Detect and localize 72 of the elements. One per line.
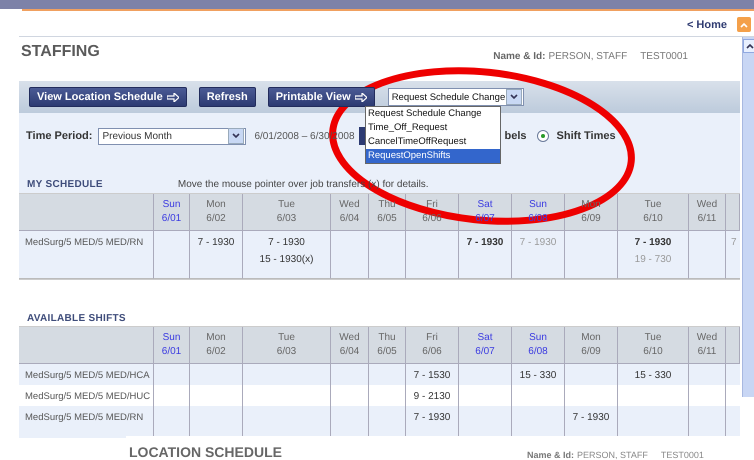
row-label: MedSurg/5 MED/5 MED/HCA xyxy=(19,364,154,385)
shift-time: 7 - 1930 xyxy=(466,237,504,248)
shift-time: 9 - 2130 xyxy=(414,391,450,402)
day-label: Fri xyxy=(426,198,438,212)
date-label: 6/03 xyxy=(276,345,296,359)
option-label: bels xyxy=(504,130,527,142)
staff-id: TEST0001 xyxy=(660,450,704,460)
day-label: Mon xyxy=(206,331,226,345)
shift-time: 7 - 1530 xyxy=(414,370,450,381)
day-label: Tue xyxy=(278,331,295,345)
day-label: Wed xyxy=(696,198,718,212)
day-label: Sun xyxy=(162,331,180,345)
date-label: 6/01 xyxy=(162,345,182,359)
day-label: Sun xyxy=(529,198,547,212)
day-label: Thu xyxy=(378,198,396,212)
page-title: STAFFING xyxy=(21,43,100,61)
date-label: 6/07 xyxy=(475,345,495,359)
date-label: 6/01 xyxy=(162,212,182,226)
shift-time: 15 - 330 xyxy=(634,370,672,381)
day-label: Thu xyxy=(378,331,396,345)
staff-name: PERSON, STAFF xyxy=(548,51,628,62)
date-label: 6/11 xyxy=(698,345,716,359)
date-label: 6/04 xyxy=(340,212,360,226)
shift-time: 7 - 1930 xyxy=(268,237,305,248)
day-label: Tue xyxy=(644,198,662,212)
day-label: Mon xyxy=(206,198,226,212)
date-label: 6/02 xyxy=(206,345,226,359)
day-label: Sun xyxy=(162,198,180,212)
shift-time: 15 - 1930(x) xyxy=(260,254,314,265)
date-label: 6/11 xyxy=(698,212,716,226)
section-title: LOCATION SCHEDULE xyxy=(129,444,282,460)
date-label: 6/06 xyxy=(422,345,442,359)
time-period-label: Time Period: xyxy=(26,130,92,142)
date-label: 6/03 xyxy=(276,212,296,226)
shift-time: 7 - 1930 xyxy=(414,412,450,423)
shift-time: 7 - 1930 xyxy=(520,237,556,248)
shift-time: 7 - 1930 xyxy=(198,237,234,248)
date-label: 6/06 xyxy=(422,212,442,226)
date-label: 6/09 xyxy=(581,212,601,226)
shift-time: 15 - 330 xyxy=(520,370,556,381)
date-label: 6/05 xyxy=(377,345,397,359)
day-label: Wed xyxy=(339,198,360,212)
date-label: 6/08 xyxy=(528,345,548,359)
date-label: 6/09 xyxy=(581,345,601,359)
day-label: Fri xyxy=(426,331,438,345)
shift-time: 7 - 1930 xyxy=(634,237,672,248)
day-label: Wed xyxy=(696,331,718,345)
radio-label: Shift Times xyxy=(556,130,616,142)
day-label: Tue xyxy=(644,331,662,345)
shift-time: 7 - 1930 xyxy=(572,412,610,423)
section-title: AVAILABLE SHIFTS xyxy=(27,313,126,324)
staff-name: PERSON, STAFF xyxy=(576,450,648,460)
date-label: 6/04 xyxy=(340,345,360,359)
date-label: 6/10 xyxy=(643,345,663,359)
day-label: Mon xyxy=(581,331,601,345)
day-label: Sat xyxy=(477,198,492,212)
staff-id: TEST0001 xyxy=(640,51,688,62)
day-label: Wed xyxy=(339,331,360,345)
day-label: Sun xyxy=(529,331,547,345)
name-id-label: Name & Id: xyxy=(493,51,546,62)
shift-time: 7 xyxy=(731,237,737,248)
date-label: 6/10 xyxy=(643,212,663,226)
date-label: 6/02 xyxy=(206,212,226,226)
name-id-label: Name & Id: xyxy=(526,450,574,460)
row-label: MedSurg/5 MED/5 MED/RN xyxy=(19,406,154,438)
date-label: 6/08 xyxy=(528,212,548,226)
date-label: 6/05 xyxy=(377,212,397,226)
shift-time: 19 - 730 xyxy=(634,254,672,265)
day-label: Tue xyxy=(278,198,295,212)
row-label: MedSurg/5 MED/5 MED/RN xyxy=(19,231,154,279)
section-title: MY SCHEDULE xyxy=(27,179,103,190)
day-label: Sat xyxy=(477,331,492,345)
